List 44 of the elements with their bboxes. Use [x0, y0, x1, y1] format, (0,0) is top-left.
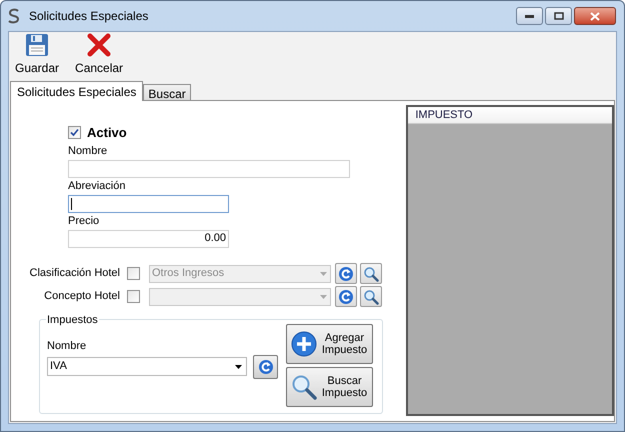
- save-button[interactable]: Guardar: [13, 33, 62, 77]
- checkbox[interactable]: [127, 267, 140, 280]
- tab[interactable]: Solicitudes Especiales: [10, 81, 144, 101]
- caret-icon: [320, 294, 327, 298]
- maximize-icon: [554, 12, 564, 20]
- field-label: Concepto Hotel: [43, 289, 120, 304]
- tab[interactable]: Buscar: [143, 84, 191, 100]
- caret-icon: [320, 272, 327, 276]
- checkbox[interactable]: [68, 126, 81, 140]
- plus-icon: [291, 330, 317, 356]
- refresh-button[interactable]: [335, 263, 357, 284]
- search-icon: [363, 266, 379, 282]
- input-field[interactable]: [68, 194, 229, 212]
- input-field[interactable]: 0.00: [68, 230, 229, 248]
- caret-icon: [235, 364, 242, 368]
- window-title: Solicitudes Especiales: [29, 8, 148, 25]
- minimize-button[interactable]: [516, 7, 543, 25]
- add-tax-button[interactable]: Agregar Impuesto: [286, 324, 373, 364]
- refresh-icon: [338, 266, 354, 282]
- app-logo-icon: [7, 8, 21, 24]
- maximize-button[interactable]: [545, 7, 572, 25]
- input-field[interactable]: [68, 160, 350, 178]
- checkbox[interactable]: [127, 290, 140, 303]
- search-button[interactable]: [360, 263, 382, 284]
- refresh-icon: [258, 358, 274, 374]
- field-label: Nombre: [47, 340, 88, 352]
- dropdown[interactable]: IVA: [47, 357, 247, 376]
- search-icon: [363, 288, 379, 304]
- field-label: Precio: [68, 214, 100, 228]
- close-icon: [590, 12, 600, 20]
- minimize-icon: [525, 14, 534, 18]
- search-button[interactable]: [360, 286, 382, 307]
- field-label: Nombre: [68, 144, 108, 158]
- close-button[interactable]: [574, 7, 616, 25]
- refresh-button[interactable]: [335, 286, 357, 307]
- field-label: Abreviación: [68, 180, 126, 192]
- field-label: Clasificación Hotel: [28, 266, 120, 282]
- search-tax-button[interactable]: Buscar Impuesto: [286, 366, 373, 406]
- cross-icon: [87, 33, 112, 57]
- refresh-icon: [338, 288, 354, 304]
- checkbox-label: Activo: [87, 124, 127, 142]
- refresh-button[interactable]: [253, 354, 278, 378]
- cancel-button[interactable]: Cancelar: [73, 33, 126, 77]
- search-icon: [291, 374, 317, 400]
